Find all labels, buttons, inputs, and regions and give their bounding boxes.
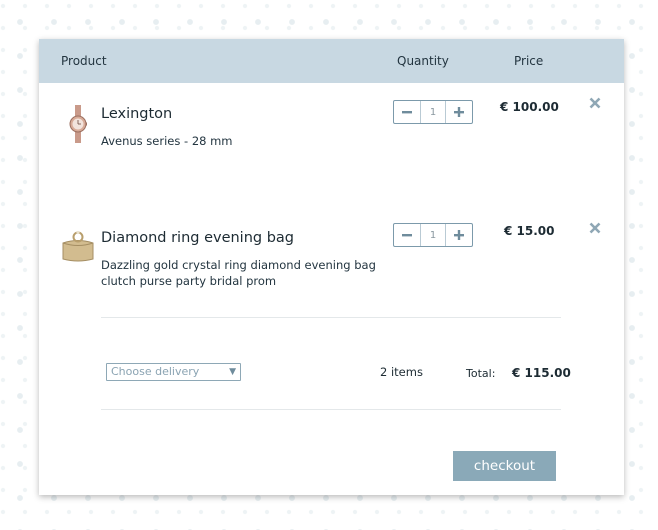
clutch-bag-image: [62, 230, 94, 262]
minus-icon: [402, 111, 413, 114]
item-price: € 100.00: [500, 100, 559, 114]
increase-quantity-button[interactable]: [446, 101, 472, 123]
remove-item-close-icon[interactable]: [588, 221, 602, 235]
cart-header: Product Quantity Price: [39, 39, 624, 83]
total-label: Total:: [466, 367, 496, 380]
plus-icon: [453, 230, 464, 240]
decrease-quantity-button[interactable]: [394, 224, 420, 246]
total-value: € 115.00: [512, 366, 571, 380]
item-price: € 15.00: [504, 224, 555, 238]
checkout-button[interactable]: checkout: [453, 451, 556, 481]
quantity-input[interactable]: 1: [420, 224, 446, 246]
cart-item: Lexington Avenus series - 28 mm 1 € 100.…: [39, 83, 624, 203]
item-description: Dazzling gold crystal ring diamond eveni…: [101, 258, 376, 288]
delivery-select-placeholder: Choose delivery: [111, 365, 200, 378]
cart-item: Diamond ring evening bag Dazzling gold c…: [39, 207, 624, 317]
minus-icon: [402, 234, 413, 237]
divider: [101, 317, 561, 318]
divider: [101, 409, 561, 410]
shopping-cart-panel: Product Quantity Price Lexington Avenus …: [39, 39, 624, 495]
plus-icon: [453, 107, 464, 117]
quantity-input[interactable]: 1: [420, 101, 446, 123]
quantity-stepper: 1: [393, 223, 473, 247]
item-name: Lexington: [101, 106, 173, 122]
dropdown-caret-icon: ▼: [229, 367, 236, 377]
quantity-stepper: 1: [393, 100, 473, 124]
item-description: Avenus series - 28 mm: [101, 134, 233, 148]
delivery-select[interactable]: Choose delivery ▼: [106, 363, 241, 381]
column-header-quantity: Quantity: [397, 54, 449, 68]
items-count: 2 items: [380, 365, 423, 379]
remove-item-close-icon[interactable]: [588, 96, 602, 110]
decrease-quantity-button[interactable]: [394, 101, 420, 123]
increase-quantity-button[interactable]: [446, 224, 472, 246]
column-header-product: Product: [61, 54, 107, 68]
wristwatch-image: [69, 105, 87, 143]
item-name: Diamond ring evening bag: [101, 230, 295, 246]
column-header-price: Price: [514, 54, 544, 68]
